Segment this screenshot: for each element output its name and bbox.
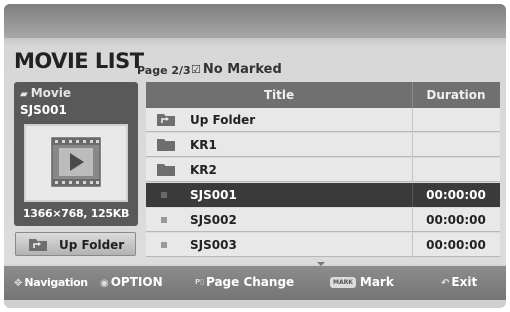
row-duration: 00:00:00: [426, 188, 486, 202]
footer-hint-bar: ✥ Navigation ◉ OPTION P▯ Page Change MARK Ma…: [4, 266, 506, 300]
movie-file-icon: [161, 242, 167, 248]
hint-option[interactable]: ◉ OPTION: [100, 275, 163, 289]
checkbox-icon: ☑: [191, 63, 201, 76]
row-duration: 00:00:00: [426, 213, 486, 227]
row-name: KR2: [190, 163, 217, 177]
option-button-icon: ◉: [100, 278, 109, 289]
marked-status-label: No Marked: [202, 62, 282, 77]
hint-option-label: OPTION: [110, 275, 163, 289]
table-row[interactable]: Up Folder: [146, 108, 500, 132]
folder-icon: [157, 164, 175, 176]
preview-file-name: SJS001: [20, 103, 67, 117]
column-header-title: Title: [263, 88, 295, 102]
row-name: SJS001: [190, 188, 237, 202]
row-name: SJS002: [190, 213, 237, 227]
table-row[interactable]: KR2: [146, 158, 500, 182]
folder-icon: [157, 139, 175, 151]
marked-status: ☑ No Marked: [191, 62, 282, 77]
hint-exit-label: Exit: [451, 275, 478, 289]
preview-panel: ▰ Movie SJS001 1366×768, 125KB: [14, 82, 138, 226]
navigation-arrows-icon: ✥: [14, 278, 23, 289]
hint-page-change[interactable]: P▯ Page Change: [195, 275, 294, 289]
table-row[interactable]: SJS002 00:00:00: [146, 208, 500, 232]
up-folder-button[interactable]: Up Folder: [15, 232, 136, 256]
folder-up-icon: [157, 114, 175, 126]
row-name: KR1: [190, 138, 217, 152]
preview-thumbnail: [24, 124, 128, 202]
hint-exit[interactable]: ↶ Exit: [441, 275, 477, 289]
movie-list-screen: MOVIE LIST Page 2/3 ☑ No Marked ▰ Movie SJ…: [4, 4, 506, 308]
hint-navigation: ✥ Navigation: [14, 275, 88, 289]
return-arrow-icon: ↶: [441, 278, 450, 289]
top-bar: [4, 4, 506, 38]
table-header: Title Duration: [146, 82, 500, 108]
hint-page-change-label: Page Change: [205, 275, 295, 289]
hint-mark[interactable]: MARK Mark: [330, 275, 394, 289]
column-divider: [412, 158, 413, 182]
film-play-icon: [51, 137, 101, 187]
table-row-selected[interactable]: SJS001 00:00:00: [146, 183, 500, 207]
preview-type: ▰ Movie: [20, 86, 71, 100]
table-row[interactable]: SJS003 00:00:00: [146, 233, 500, 257]
column-divider: [412, 108, 413, 132]
hint-mark-label: Mark: [359, 275, 394, 289]
preview-info: 1366×768, 125KB: [22, 207, 130, 220]
column-divider: [412, 133, 413, 157]
header: MOVIE LIST Page 2/3 ☑ No Marked: [4, 44, 506, 80]
page-key-icon: P▯: [195, 278, 204, 286]
row-name: Up Folder: [190, 113, 256, 127]
movie-file-icon: [161, 217, 167, 223]
table-row[interactable]: KR1: [146, 133, 500, 157]
movie-icon: ▰: [20, 89, 28, 100]
mark-key-icon: MARK: [330, 277, 356, 288]
row-duration: 00:00:00: [426, 238, 486, 252]
hint-navigation-label: Navigation: [24, 276, 88, 289]
page-title: MOVIE LIST: [14, 49, 144, 73]
preview-type-label: Movie: [30, 86, 71, 100]
up-folder-button-label: Up Folder: [59, 238, 125, 252]
page-indicator: Page 2/3: [137, 64, 191, 77]
column-header-duration: Duration: [426, 88, 486, 102]
folder-up-icon: [29, 239, 47, 251]
movie-file-icon: [161, 192, 167, 198]
row-name: SJS003: [190, 238, 237, 252]
